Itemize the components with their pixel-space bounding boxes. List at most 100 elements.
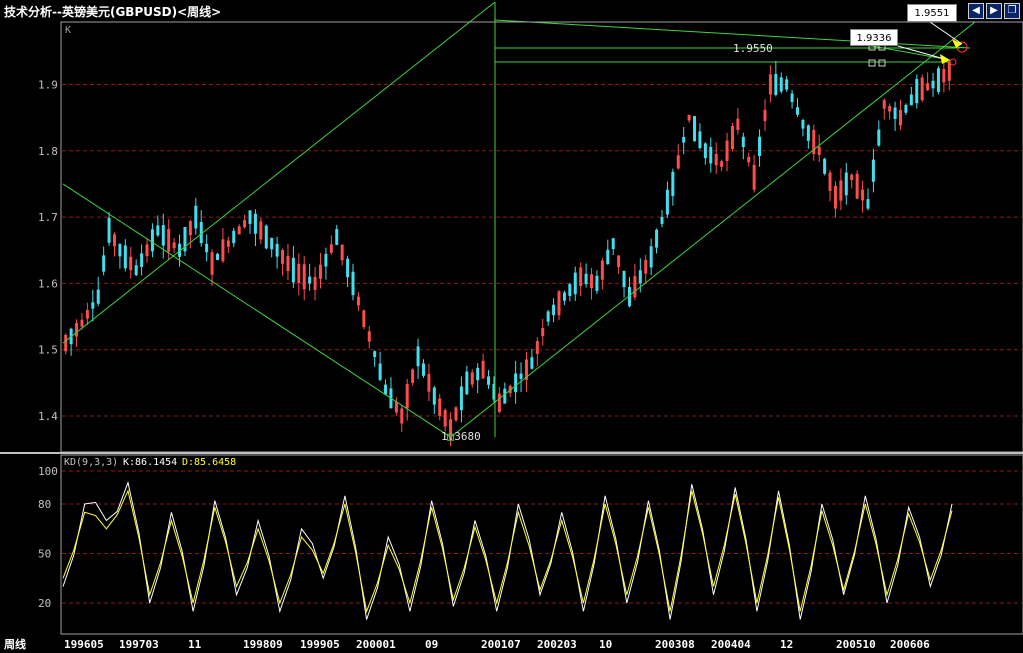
candle-body	[871, 159, 875, 182]
d-value: D:85.6458	[182, 457, 236, 468]
price-callout-mid[interactable]: 1.9336	[850, 29, 898, 46]
candle-body	[552, 304, 556, 316]
candle-body	[102, 255, 106, 272]
candle-body	[481, 360, 485, 379]
candle-body	[676, 155, 680, 169]
candle-body	[796, 107, 800, 115]
price-tick-label: 1.7	[38, 211, 58, 224]
date-tick-label: 12	[780, 638, 793, 651]
candle-body	[909, 94, 913, 106]
price-callout-top[interactable]: 1.9551	[907, 4, 957, 22]
candle-body	[107, 217, 111, 243]
candle-body	[416, 346, 420, 367]
candle-body	[763, 109, 767, 122]
candle-body	[671, 171, 675, 197]
candle-body	[687, 114, 691, 121]
date-tick-label: 199605	[64, 638, 104, 651]
candle-body	[714, 153, 718, 166]
kd-tick-label: 100	[38, 465, 58, 478]
candle-body	[633, 276, 637, 298]
candle-body	[405, 384, 409, 409]
candle-body	[172, 242, 176, 249]
candle-body	[465, 371, 469, 395]
low-price-label: 1.3680	[441, 430, 481, 443]
candle-body	[324, 253, 328, 267]
candle-body	[752, 164, 756, 190]
candle-body	[562, 292, 566, 301]
candle-body	[497, 393, 501, 412]
candle-body	[590, 274, 594, 289]
candle-body	[85, 310, 89, 319]
candle-body	[535, 341, 539, 354]
kd-label: KD(9,3,3)	[64, 457, 118, 468]
candle-body	[80, 319, 84, 327]
candle-body	[655, 229, 659, 248]
candle-body	[308, 276, 312, 284]
candle-body	[861, 189, 865, 201]
candle-body	[899, 109, 903, 126]
candle-body	[302, 264, 306, 290]
grid-lines	[62, 84, 1022, 604]
candle-body	[215, 253, 219, 260]
candle-body	[649, 246, 653, 268]
candle-body	[400, 408, 404, 424]
candle-body	[188, 221, 192, 236]
candle-body	[823, 158, 827, 174]
candle-body	[839, 180, 843, 201]
candle-body	[817, 146, 821, 155]
candle-body	[855, 173, 859, 199]
candle-body	[205, 243, 209, 253]
candle-body	[373, 351, 377, 358]
candle-body	[920, 77, 924, 101]
candle-body	[514, 373, 518, 393]
candle-body	[123, 245, 127, 269]
k-value: K:86.1454	[123, 457, 177, 468]
candle-body	[833, 185, 837, 209]
candle-body	[703, 143, 707, 159]
candle-body	[194, 205, 198, 229]
target-circle	[949, 58, 957, 66]
date-tick-label: 199809	[243, 638, 283, 651]
period-label: 周线	[4, 637, 26, 651]
price-tick-label: 1.9	[38, 79, 58, 92]
candle-body	[140, 253, 144, 267]
candle-body	[931, 80, 935, 89]
chart-area[interactable]: 1.4 1.5 1.6 1.7 1.8 1.9 20 50 80 100 199605 199703 1…	[0, 0, 1023, 653]
date-tick-label: 200203	[537, 638, 577, 651]
candle-body	[584, 273, 588, 285]
date-tick-label: 200107	[481, 638, 521, 651]
date-tick-label: 09	[425, 638, 438, 651]
candle-body	[774, 74, 778, 95]
candle-body	[346, 258, 350, 278]
candle-body	[167, 229, 171, 252]
candle-body	[942, 68, 946, 83]
kd-lines	[62, 480, 953, 620]
candle-body	[427, 374, 431, 392]
candle-body	[557, 291, 561, 316]
candle-body	[638, 270, 642, 284]
candle-body	[785, 79, 789, 90]
trend-lines	[62, 1, 976, 441]
date-tick-label: 200404	[711, 638, 751, 651]
candle-body	[470, 372, 474, 385]
candle-body	[541, 327, 545, 337]
candle-body	[888, 106, 892, 112]
candle-body	[519, 373, 523, 379]
trend-line	[450, 21, 976, 438]
candle-body	[161, 225, 165, 246]
candle-body	[893, 107, 897, 119]
k-line	[62, 480, 953, 620]
candle-body	[617, 255, 621, 268]
candle-body	[568, 284, 572, 296]
candle-body	[936, 68, 940, 92]
candle-body	[476, 367, 480, 381]
candle-body	[660, 216, 664, 224]
candle-body	[394, 401, 398, 413]
candle-body	[297, 263, 301, 284]
date-tick-label: 11	[188, 638, 202, 651]
date-tick-label: 199905	[300, 638, 340, 651]
candle-body	[438, 398, 442, 416]
candle-body	[882, 100, 886, 109]
candle-body	[270, 237, 274, 250]
candle-body	[530, 357, 534, 369]
